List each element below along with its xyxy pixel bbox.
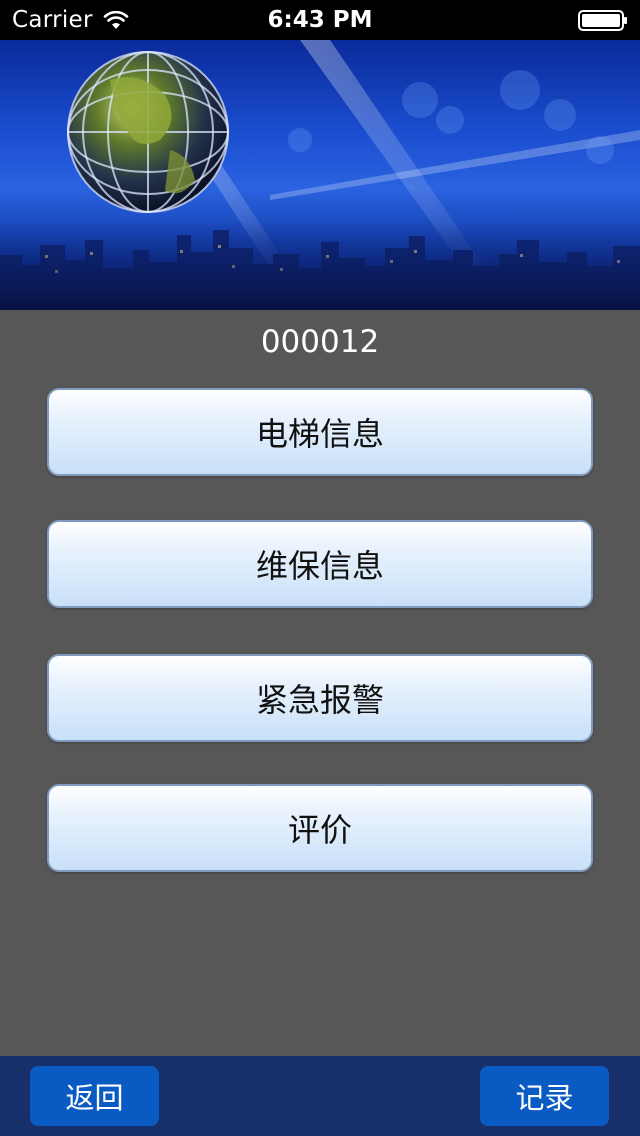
status-time: 6:43 PM <box>267 7 373 33</box>
status-bar: Carrier 6:43 PM <box>0 0 640 40</box>
app-screen: Carrier 6:43 PM 000012 电梯信息 维保信息 紧急报警 评价… <box>0 0 640 1136</box>
evaluation-label: 评价 <box>287 811 352 849</box>
device-code-label: 000012 <box>260 324 380 360</box>
bottom-toolbar: 返回 记录 <box>0 1056 640 1136</box>
maintenance-info-label: 维保信息 <box>255 547 384 585</box>
header-banner <box>0 40 640 310</box>
emergency-alarm-button[interactable]: 紧急报警 <box>47 654 593 742</box>
emergency-alarm-label: 紧急报警 <box>255 681 384 719</box>
records-label: 记录 <box>515 1081 574 1115</box>
records-button[interactable]: 记录 <box>480 1066 609 1126</box>
elevator-info-button[interactable]: 电梯信息 <box>47 388 593 476</box>
maintenance-info-button[interactable]: 维保信息 <box>47 520 593 608</box>
banner-artwork <box>0 40 640 310</box>
evaluation-button[interactable]: 评价 <box>47 784 593 872</box>
elevator-info-label: 电梯信息 <box>255 415 384 453</box>
globe-icon <box>67 51 229 213</box>
back-button[interactable]: 返回 <box>30 1066 159 1126</box>
battery-icon <box>578 10 627 31</box>
back-label: 返回 <box>65 1081 124 1115</box>
